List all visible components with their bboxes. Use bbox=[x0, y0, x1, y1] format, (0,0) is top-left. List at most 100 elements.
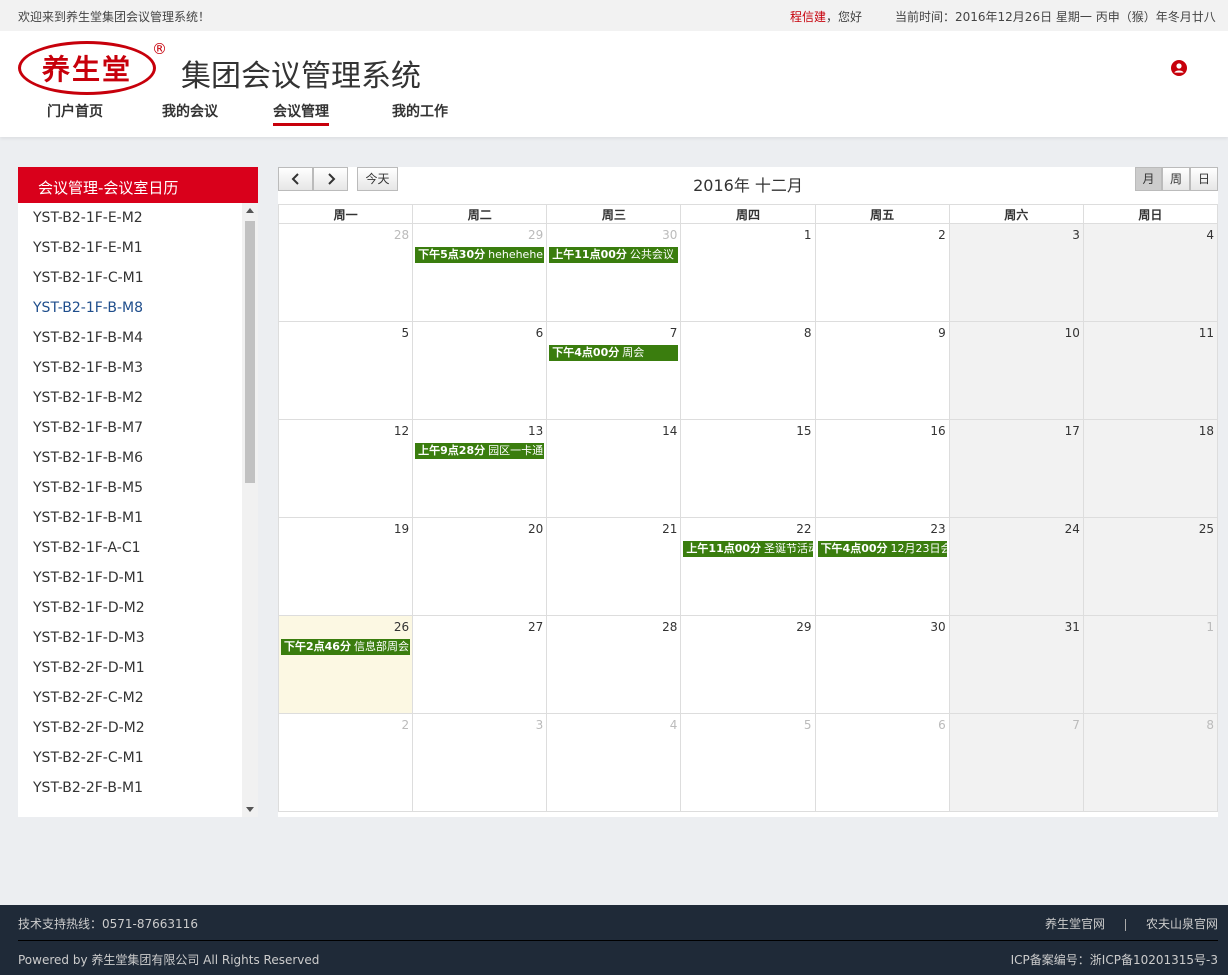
day-cell[interactable]: 12 bbox=[277, 419, 414, 518]
day-cell[interactable]: 31 bbox=[948, 615, 1084, 714]
room-list-item[interactable]: YST-B2-1F-B-M3 bbox=[18, 353, 242, 383]
day-cell[interactable]: 19 bbox=[277, 517, 414, 616]
day-cell[interactable]: 7 下午4点00分 周会 bbox=[546, 321, 682, 420]
day-number: 3 bbox=[1072, 228, 1080, 242]
room-list-item[interactable]: YST-B2-1F-D-M3 bbox=[18, 623, 242, 653]
nav-meeting-management[interactable]: 会议管理 bbox=[273, 101, 329, 126]
room-list-item[interactable]: YST-B2-2F-C-M2 bbox=[18, 683, 242, 713]
calendar-event[interactable]: 下午2点46分 信息部周会 bbox=[281, 639, 411, 655]
day-cell[interactable]: 9 bbox=[814, 321, 950, 420]
sidebar-scrollbar[interactable] bbox=[242, 203, 258, 817]
footer-link-yst[interactable]: 养生堂官网 bbox=[1045, 917, 1105, 931]
day-cell[interactable]: 24 bbox=[948, 517, 1084, 616]
day-number: 2 bbox=[401, 718, 410, 732]
scroll-thumb[interactable] bbox=[245, 221, 255, 483]
view-month-button[interactable]: 月 bbox=[1135, 167, 1162, 191]
today-button[interactable]: 今天 bbox=[357, 167, 398, 191]
day-number: 4 bbox=[1206, 228, 1214, 242]
room-list-item[interactable]: YST-B2-1F-E-M2 bbox=[18, 203, 242, 233]
day-cell[interactable]: 8 bbox=[1082, 713, 1219, 812]
scroll-up-arrow-icon[interactable] bbox=[246, 208, 254, 213]
room-list-item[interactable]: YST-B2-1F-B-M4 bbox=[18, 323, 242, 353]
day-cell[interactable]: 10 bbox=[948, 321, 1084, 420]
calendar-event[interactable]: 下午5点30分 hehehehe bbox=[415, 247, 545, 263]
day-cell[interactable]: 30 上午11点00分 公共会议 bbox=[546, 223, 682, 322]
prev-month-button[interactable] bbox=[278, 167, 313, 191]
day-cell[interactable]: 2 bbox=[814, 223, 950, 322]
room-list-item[interactable]: YST-B2-2F-B-M1 bbox=[18, 773, 242, 803]
room-list-item[interactable]: YST-B2-1F-A-C1 bbox=[18, 533, 242, 563]
day-number: 25 bbox=[1198, 522, 1214, 536]
weekday-header: 周日 bbox=[1082, 204, 1219, 224]
day-cell[interactable]: 4 bbox=[546, 713, 682, 812]
room-list-item[interactable]: YST-B2-1F-D-M1 bbox=[18, 563, 242, 593]
room-list-item[interactable]: YST-B2-1F-B-M5 bbox=[18, 473, 242, 503]
day-cell[interactable]: 3 bbox=[948, 223, 1084, 322]
room-list-item[interactable]: YST-B2-1F-B-M8 bbox=[18, 293, 242, 323]
footer-link-nongfu[interactable]: 农夫山泉官网 bbox=[1146, 917, 1218, 931]
day-cell[interactable]: 22 上午11点00分圣诞节活动 bbox=[680, 517, 816, 616]
day-cell[interactable]: 17 bbox=[948, 419, 1084, 518]
day-cell[interactable]: 25 bbox=[1082, 517, 1219, 616]
nav-my-work[interactable]: 我的工作 bbox=[392, 101, 448, 121]
day-cell[interactable]: 5 bbox=[680, 713, 816, 812]
room-list-item[interactable]: YST-B2-2F-D-M1 bbox=[18, 653, 242, 683]
day-number: 12 bbox=[393, 424, 410, 438]
next-month-button[interactable] bbox=[313, 167, 348, 191]
calendar-event[interactable]: 上午11点00分 公共会议 bbox=[549, 247, 679, 263]
room-list-item[interactable]: YST-B2-1F-C-M1 bbox=[18, 263, 242, 293]
nav-my-meetings[interactable]: 我的会议 bbox=[162, 101, 218, 121]
calendar-event[interactable]: 上午11点00分圣诞节活动 bbox=[683, 541, 813, 557]
day-cell[interactable]: 16 bbox=[814, 419, 950, 518]
day-cell[interactable]: 27 bbox=[412, 615, 548, 714]
day-cell[interactable]: 21 bbox=[546, 517, 682, 616]
day-cell[interactable]: 28 bbox=[546, 615, 682, 714]
day-number: 14 bbox=[662, 424, 678, 438]
day-cell[interactable]: 6 bbox=[412, 321, 548, 420]
day-cell[interactable]: 3 bbox=[412, 713, 548, 812]
day-cell[interactable]: 18 bbox=[1082, 419, 1219, 518]
day-cell[interactable]: 15 bbox=[680, 419, 816, 518]
day-cell[interactable]: 1 bbox=[1082, 615, 1219, 714]
day-cell[interactable]: 29 bbox=[680, 615, 816, 714]
user-circle-icon[interactable] bbox=[1171, 60, 1187, 76]
day-cell[interactable]: 14 bbox=[546, 419, 682, 518]
day-number: 29 bbox=[528, 228, 544, 242]
day-cell-today[interactable]: 26 下午2点46分 信息部周会 bbox=[277, 615, 414, 714]
day-cell[interactable]: 29 下午5点30分 hehehehe bbox=[412, 223, 548, 322]
day-number: 8 bbox=[803, 326, 812, 340]
day-cell[interactable]: 7 bbox=[948, 713, 1084, 812]
day-cell[interactable]: 30 bbox=[814, 615, 950, 714]
day-cell[interactable]: 13 上午9点28分 园区一卡通 bbox=[412, 419, 548, 518]
day-cell[interactable]: 8 bbox=[680, 321, 816, 420]
room-list-item[interactable]: YST-B2-1F-B-M2 bbox=[18, 383, 242, 413]
view-week-button[interactable]: 周 bbox=[1162, 167, 1190, 191]
day-cell[interactable]: 20 bbox=[412, 517, 548, 616]
day-cell[interactable]: 23 下午4点00分12月23日会议 bbox=[814, 517, 950, 616]
day-cell[interactable]: 6 bbox=[814, 713, 950, 812]
nav-home[interactable]: 门户首页 bbox=[47, 101, 103, 121]
calendar-event[interactable]: 下午4点00分12月23日会议 bbox=[817, 541, 947, 557]
room-list-item[interactable]: YST-B2-2F-C-M1 bbox=[18, 743, 242, 773]
calendar-event[interactable]: 上午9点28分 园区一卡通 bbox=[415, 443, 545, 459]
day-cell[interactable]: 28 bbox=[277, 223, 414, 322]
calendar-event[interactable]: 下午4点00分 周会 bbox=[549, 345, 679, 361]
day-cell[interactable]: 1 bbox=[680, 223, 816, 322]
user-name-link[interactable]: 程信建 bbox=[790, 10, 826, 24]
day-cell[interactable]: 5 bbox=[277, 321, 414, 420]
event-title: 公共会议 bbox=[629, 248, 674, 261]
logo[interactable]: 养生堂 bbox=[18, 41, 156, 95]
room-list-item[interactable]: YST-B2-1F-B-M6 bbox=[18, 443, 242, 473]
header: 养生堂 ® 集团会议管理系统 门户首页 我的会议 会议管理 我的工作 bbox=[0, 31, 1228, 137]
scroll-down-arrow-icon[interactable] bbox=[246, 807, 254, 812]
room-list-item[interactable]: YST-B2-1F-E-M1 bbox=[18, 233, 242, 263]
day-cell[interactable]: 2 bbox=[277, 713, 414, 812]
room-list-item[interactable]: YST-B2-1F-B-M1 bbox=[18, 503, 242, 533]
day-cell[interactable]: 4 bbox=[1082, 223, 1219, 322]
day-cell[interactable]: 11 bbox=[1082, 321, 1219, 420]
week-row: 12 13 上午9点28分 园区一卡通 14 15 16 17 18 bbox=[277, 419, 1219, 518]
room-list-item[interactable]: YST-B2-2F-D-M2 bbox=[18, 713, 242, 743]
room-list-item[interactable]: YST-B2-1F-B-M7 bbox=[18, 413, 242, 443]
room-list-item[interactable]: YST-B2-1F-D-M2 bbox=[18, 593, 242, 623]
view-day-button[interactable]: 日 bbox=[1190, 167, 1218, 191]
